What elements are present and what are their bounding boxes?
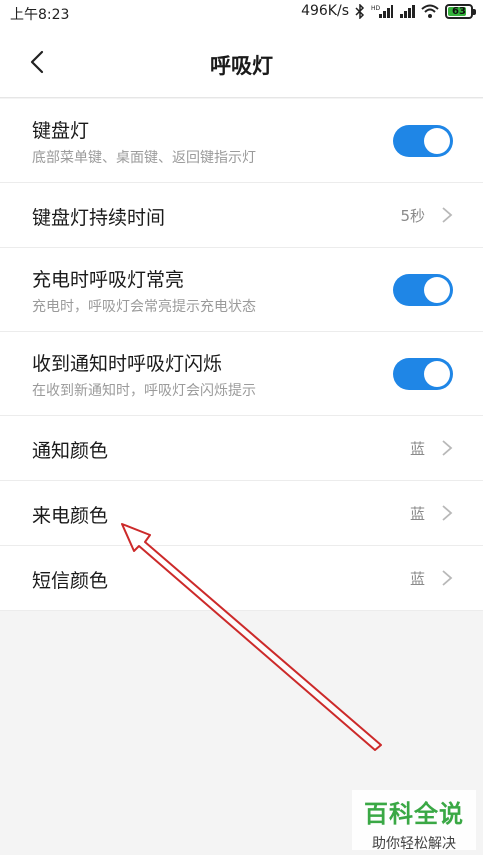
chevron-right-icon <box>442 207 453 223</box>
setting-label: 来电颜色 <box>32 505 109 527</box>
wifi-icon <box>421 4 439 18</box>
setting-keyboard-light[interactable]: 键盘灯 底部菜单键、桌面键、返回键指示灯 <box>0 99 483 183</box>
status-time: 上午8:23 <box>10 7 70 23</box>
setting-label: 短信颜色 <box>32 570 109 592</box>
setting-label: 键盘灯 <box>32 120 90 142</box>
settings-list: 键盘灯 底部菜单键、桌面键、返回键指示灯 键盘灯持续时间 5秒 充电时呼吸灯常亮… <box>0 99 483 611</box>
setting-description: 充电时，呼吸灯会常亮提示充电状态 <box>32 299 256 315</box>
battery-icon: 63 <box>445 3 476 19</box>
chevron-right-icon <box>442 505 453 521</box>
watermark-subtitle: 助你轻松解决 <box>372 836 456 852</box>
bluetooth-icon <box>355 3 365 19</box>
setting-charging-breathing-light[interactable]: 充电时呼吸灯常亮 充电时，呼吸灯会常亮提示充电状态 <box>0 248 483 332</box>
toggle-knob <box>424 128 450 154</box>
setting-value: 5秒 <box>400 207 425 225</box>
setting-sms-color[interactable]: 短信颜色 蓝 <box>0 546 483 611</box>
setting-description: 底部菜单键、桌面键、返回键指示灯 <box>32 150 256 166</box>
setting-value: 蓝 <box>409 440 425 458</box>
chevron-right-icon <box>442 570 453 586</box>
setting-label: 收到通知时呼吸灯闪烁 <box>32 353 223 375</box>
watermark-title: 百科全说 <box>364 800 464 828</box>
setting-description: 在收到新通知时，呼吸灯会闪烁提示 <box>32 383 256 399</box>
network-speed: 496K/s <box>301 3 349 19</box>
setting-label: 充电时呼吸灯常亮 <box>32 269 185 291</box>
chevron-right-icon <box>442 440 453 456</box>
setting-call-color[interactable]: 来电颜色 蓝 <box>0 481 483 546</box>
battery-level: 63 <box>452 5 466 17</box>
title-bar: 呼吸灯 <box>0 26 483 98</box>
toggle-knob <box>424 361 450 387</box>
svg-text:HD: HD <box>371 5 381 12</box>
setting-label: 键盘灯持续时间 <box>32 207 166 229</box>
status-icons: 496K/s HD 63 <box>301 3 476 19</box>
keyboard-light-toggle[interactable] <box>393 125 453 157</box>
setting-value: 蓝 <box>409 505 425 523</box>
toggle-knob <box>424 277 450 303</box>
setting-notification-color[interactable]: 通知颜色 蓝 <box>0 416 483 481</box>
signal-hd-icon: HD <box>371 5 393 18</box>
setting-notification-blink[interactable]: 收到通知时呼吸灯闪烁 在收到新通知时，呼吸灯会闪烁提示 <box>0 332 483 416</box>
notification-blink-toggle[interactable] <box>393 358 453 390</box>
page-title: 呼吸灯 <box>210 54 273 78</box>
signal-icon <box>400 5 415 18</box>
setting-value: 蓝 <box>409 570 425 588</box>
setting-label: 通知颜色 <box>32 440 109 462</box>
charging-light-toggle[interactable] <box>393 274 453 306</box>
setting-keyboard-light-duration[interactable]: 键盘灯持续时间 5秒 <box>0 183 483 248</box>
watermark-logo: 百科全说 助你轻松解决 <box>352 790 476 852</box>
status-bar: 上午8:23 496K/s HD 63 <box>0 0 483 26</box>
